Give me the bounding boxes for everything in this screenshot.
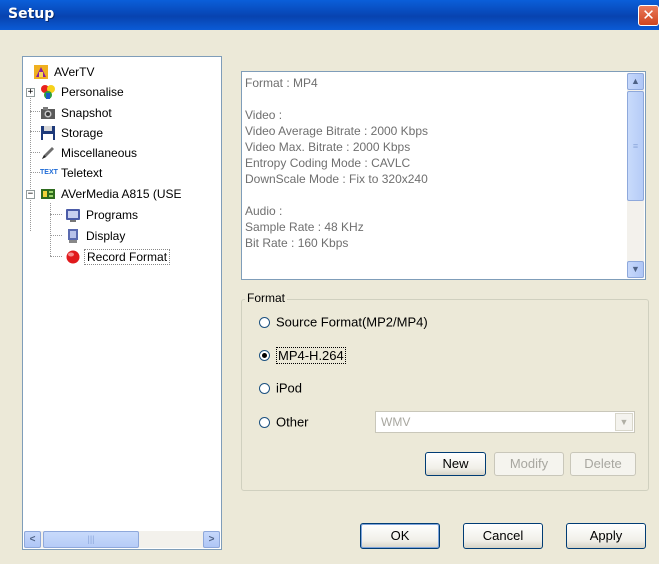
radio-button[interactable] [259, 317, 270, 329]
modify-button[interactable]: Modify [494, 452, 564, 476]
tree-item-snapshot[interactable]: Snapshot [40, 103, 114, 121]
radio-source-format[interactable]: Source Format(MP2/MP4) [259, 313, 428, 331]
personalise-icon [40, 84, 56, 100]
other-format-select[interactable]: WMV ▼ [375, 411, 635, 433]
tree-label: AVerMedia A815 (USE [61, 186, 182, 201]
record-icon [65, 249, 81, 265]
radio-ipod[interactable]: iPod [259, 379, 302, 397]
radio-button[interactable] [259, 350, 270, 362]
info-line: Video Average Bitrate : 2000 Kbps [245, 124, 429, 138]
tree-item-display[interactable]: Display [65, 226, 127, 244]
format-details-box[interactable]: Format : MP4 Video : Video Average Bitra… [241, 71, 646, 280]
radio-label: MP4-H.264 [276, 346, 346, 364]
chevron-down-icon[interactable]: ▼ [615, 413, 633, 431]
avertv-icon [33, 64, 49, 80]
channel-icon [65, 207, 81, 223]
info-line [245, 91, 428, 107]
tree-item-teletext[interactable]: TEXT Teletext [40, 163, 104, 181]
window-title: Setup [8, 6, 55, 22]
tree-label: Storage [61, 125, 104, 140]
scroll-right-button[interactable]: > [203, 531, 220, 548]
tree-horizontal-scrollbar[interactable]: < ||| > [24, 531, 220, 548]
info-line: Entropy Coding Mode : CAVLC [245, 156, 411, 170]
other-format-value: WMV [381, 415, 411, 429]
tree-label: AVerTV [54, 64, 95, 79]
tree-label: Teletext [61, 165, 103, 180]
radio-button[interactable] [259, 383, 270, 395]
collapse-toggle-avermedia[interactable]: − [26, 190, 35, 199]
scroll-left-button[interactable]: < [24, 531, 41, 548]
tree-label: Display [86, 228, 126, 243]
pen-icon [40, 145, 56, 161]
info-line [245, 187, 428, 203]
radio-other[interactable]: Other [259, 413, 309, 431]
radio-label: Other [276, 414, 309, 430]
tree-item-storage[interactable]: Storage [40, 123, 105, 141]
info-line: Format : MP4 [245, 76, 318, 90]
info-line: Video Max. Bitrate : 2000 Kbps [245, 140, 411, 154]
settings-tree[interactable]: AVerTV + Personalise Snapshot Storage Mi… [22, 56, 222, 550]
cancel-button[interactable]: Cancel [463, 523, 543, 549]
tree-item-personalise[interactable]: Personalise [40, 82, 126, 100]
scroll-up-button[interactable]: ▲ [627, 73, 644, 90]
scroll-thumb[interactable]: ≡ [627, 91, 644, 201]
radio-button[interactable] [259, 417, 270, 429]
tree-label: Snapshot [61, 105, 112, 120]
tree-label: Record Format [84, 248, 171, 265]
camera-icon [40, 105, 56, 121]
tree-label: Miscellaneous [61, 145, 138, 160]
tree-item-avertv[interactable]: AVerTV [33, 62, 96, 80]
tree-item-avermedia-device[interactable]: AVerMedia A815 (USE [40, 184, 184, 202]
scroll-down-button[interactable]: ▼ [627, 261, 644, 278]
info-line: Sample Rate : 48 KHz [245, 220, 364, 234]
tree-label: Programs [86, 207, 139, 222]
radio-mp4-h264[interactable]: MP4-H.264 [259, 346, 346, 364]
tree-item-miscellaneous[interactable]: Miscellaneous [40, 143, 139, 161]
tree-item-programs[interactable]: Programs [65, 205, 140, 223]
apply-button[interactable]: Apply [566, 523, 646, 549]
scroll-thumb[interactable]: ||| [43, 531, 139, 548]
floppy-disk-icon [40, 125, 56, 141]
new-button[interactable]: New [425, 452, 486, 476]
tree-label: Personalise [61, 84, 124, 99]
teletext-icon: TEXT [40, 168, 58, 176]
radio-label: iPod [276, 380, 303, 396]
expand-toggle-personalise[interactable]: + [26, 88, 35, 97]
info-line: Audio : [245, 204, 283, 218]
format-group-label: Format [245, 291, 288, 305]
ok-button[interactable]: OK [360, 523, 440, 549]
info-line: Bit Rate : 160 Kbps [245, 236, 349, 250]
title-bar[interactable]: Setup ✕ [0, 0, 659, 30]
tuner-device-icon [40, 186, 56, 202]
display-icon [65, 228, 81, 244]
info-line: DownScale Mode : Fix to 320x240 [245, 172, 428, 186]
details-vertical-scrollbar[interactable]: ▲ ≡ ▼ [627, 73, 644, 278]
radio-label: Source Format(MP2/MP4) [276, 314, 428, 330]
delete-button[interactable]: Delete [570, 452, 636, 476]
close-button[interactable]: ✕ [638, 5, 659, 26]
tree-item-record-format[interactable]: Record Format [65, 247, 171, 265]
info-line: Video : [245, 108, 283, 122]
